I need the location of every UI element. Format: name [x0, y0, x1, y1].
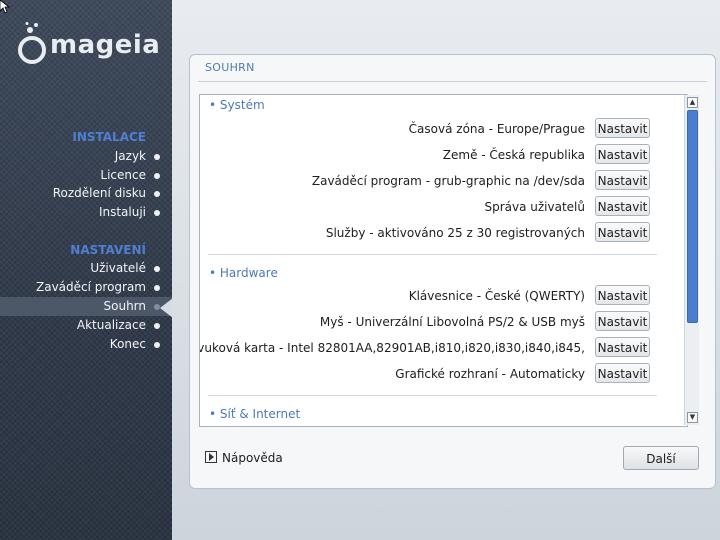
sidebar-item-license[interactable]: Licence — [0, 166, 172, 185]
sidebar-item-language[interactable]: Jazyk — [0, 147, 172, 166]
mouse-cursor-icon — [0, 0, 10, 14]
sidebar: mageia INSTALACE Jazyk Licence Rozdělení… — [0, 0, 172, 540]
configure-users-button[interactable]: Nastavit — [595, 196, 650, 216]
active-step-pointer-icon — [160, 298, 173, 318]
scroll-thumb[interactable] — [687, 110, 698, 323]
bullet-icon — [154, 323, 160, 329]
sidebar-item-finish[interactable]: Konec — [0, 335, 172, 354]
scroll-up-icon[interactable]: ▲ — [687, 97, 698, 108]
section-title-install: INSTALACE — [72, 130, 146, 144]
configure-graphics-button[interactable]: Nastavit — [595, 363, 650, 383]
summary-row-text: Země - Česká republika — [442, 148, 585, 162]
configure-mouse-button[interactable]: Nastavit — [595, 311, 650, 331]
summary-row-text: Klávesnice - České (QWERTY) — [408, 289, 585, 303]
summary-row-text: Správa uživatelů — [484, 200, 585, 214]
summary-row-text: Grafické rozhraní - Automaticky — [395, 367, 585, 381]
summary-list[interactable]: • Systém Časová zóna - Europe/Prague Nas… — [199, 94, 688, 427]
configure-timezone-button[interactable]: Nastavit — [595, 118, 650, 138]
configure-soundcard-button[interactable]: Nastavit — [595, 337, 650, 357]
divider — [198, 81, 707, 82]
sidebar-item-bootloader[interactable]: Zaváděcí program — [0, 278, 172, 297]
summary-row-text: Služby - aktivováno 25 z 30 registrovaný… — [325, 226, 585, 240]
group-title-network: • Síť & Internet — [209, 407, 301, 421]
summary-row-text: Zvuková karta - Intel 82801AA,82901AB,i8… — [199, 341, 585, 355]
sidebar-item-users[interactable]: Uživatelé — [0, 259, 172, 278]
bullet-icon — [154, 342, 160, 348]
scroll-down-icon[interactable]: ▼ — [687, 412, 698, 423]
group-title-hardware: • Hardware — [209, 266, 278, 280]
section-title-settings: NASTAVENÍ — [70, 243, 146, 257]
group-title-system: • Systém — [209, 98, 265, 112]
next-button[interactable]: Další — [623, 446, 699, 470]
configure-services-button[interactable]: Nastavit — [595, 222, 650, 242]
group-divider — [208, 395, 657, 396]
help-button[interactable]: Nápověda — [205, 451, 283, 465]
sidebar-item-label: Konec — [109, 337, 146, 351]
bullet-icon — [154, 266, 160, 272]
sidebar-item-summary[interactable]: Souhrn — [0, 297, 172, 316]
sidebar-item-installing[interactable]: Instaluji — [0, 203, 172, 222]
expander-arrow-icon — [205, 451, 217, 463]
bullet-icon — [154, 154, 160, 160]
sidebar-item-label: Jazyk — [114, 149, 146, 163]
summary-row-text: Myš - Univerzální Libovolná PS/2 & USB m… — [319, 315, 585, 329]
scrollbar[interactable]: ▲ ▼ — [684, 95, 699, 425]
group-divider — [208, 254, 657, 255]
bullet-icon — [154, 191, 160, 197]
help-label: Nápověda — [222, 451, 283, 465]
bullet-icon — [154, 285, 160, 291]
bullet-icon — [154, 173, 160, 179]
panel-title: SOUHRN — [205, 61, 255, 74]
sidebar-item-partitioning[interactable]: Rozdělení disku — [0, 184, 172, 203]
sidebar-item-label: Zaváděcí program — [36, 280, 146, 294]
summary-panel: SOUHRN • Systém Časová zóna - Europe/Pra… — [189, 54, 716, 489]
sidebar-item-update[interactable]: Aktualizace — [0, 316, 172, 335]
logo-text: mageia — [50, 30, 161, 60]
bullet-icon — [154, 210, 160, 216]
summary-row-text: Zaváděcí program - grub-graphic na /dev/… — [311, 174, 585, 188]
sidebar-item-label: Licence — [100, 168, 146, 182]
configure-bootloader-button[interactable]: Nastavit — [595, 170, 650, 190]
configure-country-button[interactable]: Nastavit — [595, 144, 650, 164]
configure-keyboard-button[interactable]: Nastavit — [595, 285, 650, 305]
summary-row-text: Časová zóna - Europe/Prague — [408, 122, 585, 136]
sidebar-item-label: Instaluji — [98, 205, 146, 219]
